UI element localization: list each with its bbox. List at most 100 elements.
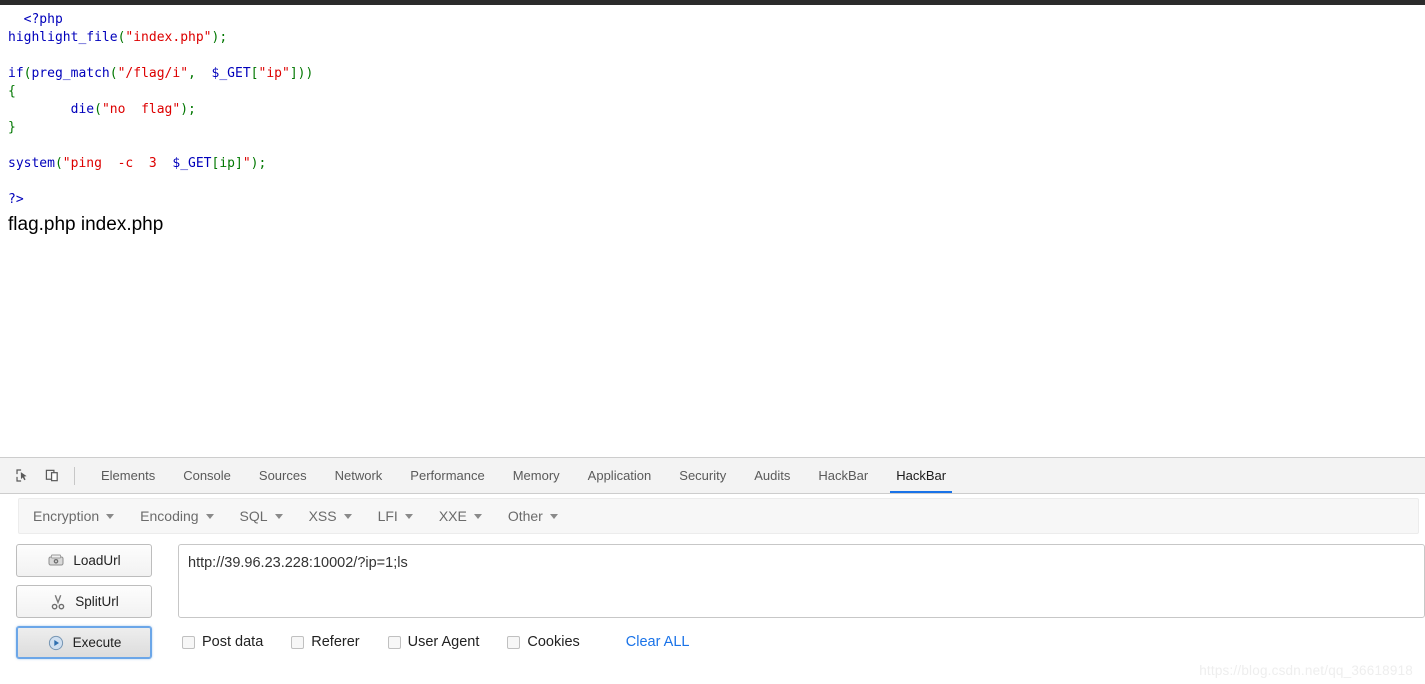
command-output-text: flag.php index.php [8, 214, 164, 235]
code-token: die [70, 102, 95, 117]
code-token: $_GET [211, 66, 251, 81]
menu-label: LFI [377, 508, 398, 524]
devtools-tab-sources[interactable]: Sources [245, 458, 321, 493]
code-token: if [8, 66, 24, 81]
code-token: [ip] [211, 156, 243, 171]
code-token: )) [297, 66, 314, 81]
code-token: ?> [8, 192, 24, 207]
chevron-down-icon [473, 513, 482, 519]
option-referer[interactable]: Referer [291, 634, 360, 650]
menu-label: XSS [308, 508, 337, 524]
code-token: <?php [23, 12, 63, 27]
menu-label: SQL [239, 508, 268, 524]
option-label: Cookies [527, 634, 580, 650]
execute-button[interactable]: Execute [16, 626, 152, 659]
hackbar-action-buttons: LoadUrl SplitUrl Execute [0, 544, 152, 684]
load-url-icon [47, 552, 65, 570]
code-token: ] [289, 66, 298, 81]
devtools-tab-console[interactable]: Console [169, 458, 245, 493]
code-token: ; [258, 156, 267, 171]
hackbar-menu-xss[interactable]: XSS [305, 504, 364, 528]
code-token: ; [188, 102, 196, 117]
devtools-tab-hackbar-2[interactable]: HackBar [882, 458, 960, 493]
option-user-agent[interactable]: User Agent [387, 634, 480, 650]
code-token: ) [180, 102, 189, 117]
menu-label: Encoding [140, 508, 199, 524]
checkbox-user-agent[interactable] [387, 635, 401, 649]
toolbar-divider [74, 466, 75, 485]
hackbar-menu-sql[interactable]: SQL [236, 504, 295, 528]
option-label: Referer [311, 634, 360, 650]
chevron-down-icon [549, 513, 558, 519]
devtools-tab-performance[interactable]: Performance [396, 458, 498, 493]
devtools-tab-network[interactable]: Network [321, 458, 397, 493]
execute-icon [47, 634, 65, 652]
hackbar-main: LoadUrl SplitUrl Execute Post data Referer U… [0, 534, 1425, 684]
hackbar-menu-encoding[interactable]: Encoding [136, 504, 225, 528]
browser-window: <?php highlight_file("index.php"); if(pr… [0, 0, 1425, 684]
spliturl-button[interactable]: SplitUrl [16, 585, 152, 618]
devtools-tab-list: Elements Console Sources Network Performance… [87, 458, 960, 493]
page-viewport: <?php highlight_file("index.php"); if(pr… [0, 5, 1425, 457]
code-token: "ping -c 3 [62, 156, 173, 171]
chevron-down-icon [404, 513, 413, 519]
php-source-listing: <?php highlight_file("index.php"); if(pr… [0, 5, 1425, 209]
code-token: ( [54, 156, 63, 171]
chevron-down-icon [106, 513, 115, 519]
code-token: "ip" [258, 66, 290, 81]
devtools-panel: Elements Console Sources Network Performance… [0, 457, 1425, 684]
devtools-tab-audits[interactable]: Audits [740, 458, 804, 493]
code-token: "/flag/i" [117, 66, 189, 81]
split-url-icon [49, 593, 67, 611]
code-token: preg_match [31, 66, 110, 81]
option-label: User Agent [407, 634, 480, 650]
button-label: LoadUrl [73, 553, 121, 568]
loadurl-button[interactable]: LoadUrl [16, 544, 152, 577]
checkbox-post-data[interactable] [182, 635, 195, 649]
clear-all-link[interactable]: Clear ALL [626, 634, 690, 650]
chevron-down-icon [343, 513, 352, 519]
option-post-data[interactable]: Post data [182, 634, 263, 650]
devtools-tab-application[interactable]: Application [574, 458, 666, 493]
hackbar-menubar: Encryption Encoding SQL XSS LFI XXE Other [18, 498, 1419, 534]
inspect-element-icon[interactable] [10, 464, 34, 488]
devtools-tab-memory[interactable]: Memory [499, 458, 574, 493]
url-input[interactable] [178, 544, 1425, 618]
devtools-tool-icons [6, 458, 87, 493]
hackbar-request-area: Post data Referer User Agent Cookies Clear A… [152, 544, 1425, 684]
option-label: Post data [202, 634, 264, 650]
devtools-tabbar: Elements Console Sources Network Performance… [0, 458, 1425, 494]
code-token: ; [219, 30, 228, 45]
devtools-tab-security[interactable]: Security [665, 458, 740, 493]
hackbar-menu-other[interactable]: Other [504, 504, 570, 528]
menu-label: Other [507, 508, 543, 524]
button-label: Execute [72, 635, 122, 650]
hackbar-options-row: Post data Referer User Agent Cookies Clear A… [178, 618, 1425, 650]
code-token: $_GET [172, 156, 212, 171]
code-token: "index.php" [125, 30, 212, 45]
device-toolbar-icon[interactable] [40, 464, 64, 488]
checkbox-referer[interactable] [291, 635, 305, 649]
hackbar-menu-lfi[interactable]: LFI [374, 504, 425, 528]
code-token: "no flag" [101, 102, 181, 117]
hackbar-menu-encryption[interactable]: Encryption [29, 504, 126, 528]
chevron-down-icon [274, 513, 283, 519]
code-token: ( [109, 66, 118, 81]
menu-label: XXE [438, 508, 467, 524]
menu-label: Encryption [33, 508, 100, 524]
chevron-down-icon [205, 513, 214, 519]
devtools-tab-hackbar[interactable]: HackBar [804, 458, 882, 493]
hackbar-panel: Encryption Encoding SQL XSS LFI XXE Other Load… [0, 494, 1425, 684]
option-cookies[interactable]: Cookies [507, 634, 580, 650]
code-token: [ [250, 66, 259, 81]
code-token: system [8, 156, 55, 171]
code-token: } [8, 120, 16, 135]
hackbar-menu-xxe[interactable]: XXE [435, 504, 494, 528]
button-label: SplitUrl [75, 594, 119, 609]
devtools-tab-elements[interactable]: Elements [87, 458, 169, 493]
code-token: , [188, 66, 212, 81]
code-token: highlight_file [8, 30, 118, 45]
checkbox-cookies[interactable] [507, 635, 521, 649]
